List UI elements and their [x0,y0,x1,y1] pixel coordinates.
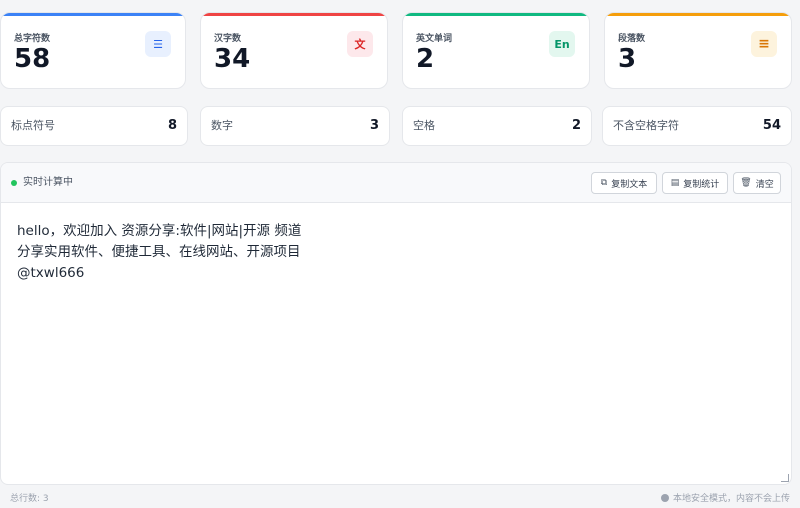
substat-value: 3 [369,118,379,133]
stat-value: 2 [416,44,435,74]
privacy-notice: 本地安全模式，内容不会上传 [660,491,790,504]
stat-card-paragraphs: 段落数 3 ≡ [604,12,792,89]
lines-icon: ☰ [145,31,171,57]
copy-text-label: 复制文本 [611,179,648,190]
stat-value: 58 [14,44,51,74]
english-icon: En [549,31,575,57]
clear-label: 清空 [755,179,774,190]
chinese-char-icon: 文 [347,31,373,57]
live-status: 实时计算中 [11,163,73,203]
stat-value: 3 [618,44,637,74]
substat-digits: 数字 3 [200,106,390,146]
resize-handle-icon[interactable] [781,474,789,482]
substat-value: 8 [167,118,177,133]
accent-bar [605,13,791,16]
substat-spaces: 空格 2 [402,106,592,146]
editor-toolbar: 实时计算中 ⧉ 复制文本 ▤ 复制统计 🗑 清空 [1,163,791,203]
clear-button[interactable]: 🗑 清空 [733,172,781,194]
stat-card-english-words: 英文单词 2 En [402,12,590,89]
substat-label: 标点符号 [11,119,55,132]
substat-value: 54 [762,118,781,133]
shield-icon [660,493,669,502]
stat-card-total-chars: 总字符数 58 ☰ [0,12,186,89]
status-dot-icon [11,180,17,186]
privacy-text: 本地安全模式，内容不会上传 [672,494,790,504]
stat-value: 34 [214,44,251,74]
substat-label: 数字 [211,119,233,132]
substat-punctuation: 标点符号 8 [0,106,188,146]
line-count: 总行数: 3 [10,494,49,504]
substat-value: 2 [571,118,581,133]
copy-text-button[interactable]: ⧉ 复制文本 [591,172,657,194]
document-icon: ▤ [670,178,680,188]
text-counter-app: 总字符数 58 ☰ 汉字数 34 文 英文单词 2 En 段落数 3 ≡ 标点符… [0,0,800,508]
accent-bar [1,13,185,16]
accent-bar [201,13,387,16]
text-input-area[interactable]: hello，欢迎加入 资源分享:软件|网站|开源 频道 分享实用软件、便捷工具、… [17,221,775,284]
copy-stats-label: 复制统计 [683,179,720,190]
trash-icon: 🗑 [740,178,752,188]
substat-label: 空格 [413,119,435,132]
substat-label: 不含空格字符 [613,119,679,132]
stat-card-chinese-chars: 汉字数 34 文 [200,12,388,89]
editor-panel: 实时计算中 ⧉ 复制文本 ▤ 复制统计 🗑 清空 hello，欢迎加入 资源分享… [0,162,792,485]
copy-icon: ⧉ [600,178,608,188]
status-text: 实时计算中 [23,177,73,188]
paragraph-icon: ≡ [751,31,777,57]
substat-non-space-chars: 不含空格字符 54 [602,106,792,146]
accent-bar [403,13,589,16]
copy-stats-button[interactable]: ▤ 复制统计 [662,172,728,194]
